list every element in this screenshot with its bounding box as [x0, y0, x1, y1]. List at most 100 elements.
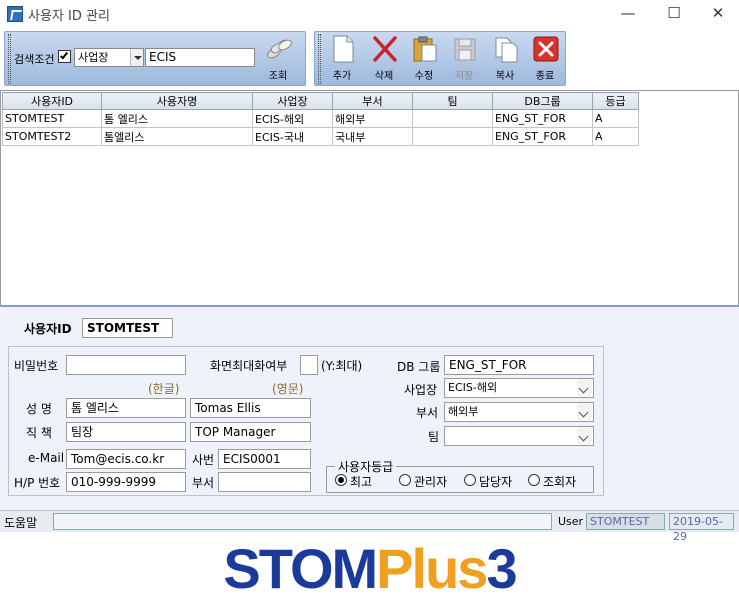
grade-label-admin: 관리자 — [414, 475, 448, 489]
query-label: 조회 — [268, 71, 288, 82]
search-field-select[interactable]: 사업장 — [74, 48, 144, 67]
name-label: 성 명 — [26, 402, 52, 416]
save-label: 저장 — [454, 71, 474, 82]
copy-button[interactable]: 복사 — [485, 33, 525, 85]
department-input-left[interactable] — [218, 472, 311, 492]
exit-button[interactable]: 종료 — [525, 33, 565, 85]
add-button[interactable]: 추가 — [322, 33, 362, 85]
position-english-input[interactable]: TOP Manager — [190, 422, 311, 442]
help-text — [53, 513, 552, 530]
department-select[interactable]: 해외부 — [444, 402, 594, 422]
grade-label-viewer: 조회자 — [543, 475, 577, 489]
employee-number-label: 사번 — [192, 453, 215, 467]
phone-input[interactable]: 010-999-9999 — [66, 472, 186, 492]
chevron-down-icon — [130, 49, 143, 66]
user-grid: 사용자ID 사용자명 사업장 부서 팀 DB그룹 등급 STOMTEST 톰 엘… — [0, 90, 739, 306]
maximize-input[interactable] — [300, 355, 318, 375]
column-header[interactable]: 사용자ID — [2, 92, 102, 110]
table-cell[interactable]: 국내부 — [332, 127, 413, 146]
stomplus3-logo: STOMPlus3 — [0, 536, 739, 601]
column-header[interactable]: 사업장 — [252, 92, 333, 110]
grade-label-top: 최고 — [350, 475, 373, 489]
clipboard-edit-icon — [413, 36, 437, 62]
table-cell[interactable] — [412, 109, 493, 128]
logo-part-stom: STOM — [223, 537, 378, 600]
table-cell[interactable]: 톰 엘리스 — [101, 109, 253, 128]
user-id-label: 사용자ID — [24, 322, 72, 336]
name-korean-input[interactable]: 톰 엘리스 — [66, 398, 186, 418]
logo-part-3: 3 — [486, 537, 517, 600]
save-button[interactable]: 저장 — [444, 33, 484, 85]
grip-handle — [318, 34, 321, 84]
copy-label: 복사 — [495, 71, 515, 82]
grade-label-manager: 담당자 — [479, 475, 513, 489]
search-condition-checkbox[interactable] — [58, 50, 71, 63]
table-cell[interactable]: ENG_ST_FOR — [492, 127, 593, 146]
site-label: 사업장 — [404, 383, 438, 397]
column-header[interactable]: 부서 — [332, 92, 413, 110]
table-cell[interactable]: ENG_ST_FOR — [492, 109, 593, 128]
team-label: 팀 — [428, 430, 440, 444]
team-select[interactable] — [444, 426, 594, 446]
site-select[interactable]: ECIS-해외 — [444, 378, 594, 398]
table-cell[interactable]: A — [592, 109, 639, 128]
site-select-value: ECIS-해외 — [448, 381, 498, 394]
search-value-input[interactable]: ECIS — [145, 48, 255, 67]
column-header[interactable]: DB그룹 — [492, 92, 593, 110]
password-input[interactable] — [66, 355, 186, 375]
db-group-label: DB 그룹 — [397, 360, 441, 374]
grade-radio-viewer[interactable] — [528, 474, 540, 486]
table-cell[interactable]: A — [592, 127, 639, 146]
table-cell[interactable]: STOMTEST — [2, 109, 102, 128]
user-status-value: STOMTEST — [586, 513, 665, 530]
table-cell[interactable]: ECIS-국내 — [252, 127, 333, 146]
help-label: 도움말 — [4, 516, 38, 530]
minimize-button[interactable]: — — [605, 0, 651, 28]
save-disk-icon — [454, 38, 476, 61]
position-korean-input[interactable]: 팀장 — [66, 422, 186, 442]
email-input[interactable]: Tom@ecis.co.kr — [66, 449, 186, 469]
table-cell[interactable]: STOMTEST2 — [2, 127, 102, 146]
chevron-down-icon — [577, 404, 592, 420]
logo-part-plus: Plus — [376, 537, 488, 600]
db-group-input[interactable]: ENG_ST_FOR — [444, 355, 594, 375]
table-row[interactable]: STOMTEST2 톰엘리스 ECIS-국내 국내부 ENG_ST_FOR A — [2, 127, 639, 146]
column-header[interactable]: 사용자명 — [101, 92, 253, 110]
new-document-icon — [333, 35, 354, 63]
name-english-input[interactable]: Tomas Ellis — [190, 398, 311, 418]
chevron-down-icon — [577, 380, 592, 396]
hangul-column-label: (한글) — [148, 382, 180, 396]
grade-radio-top[interactable] — [335, 474, 347, 486]
user-id-input[interactable]: STOMTEST — [82, 318, 173, 338]
table-cell[interactable]: ECIS-해외 — [252, 109, 333, 128]
chevron-down-icon — [577, 428, 592, 444]
maximize-button[interactable]: ☐ — [651, 0, 697, 28]
table-row[interactable]: STOMTEST 톰 엘리스 ECIS-해외 해외부 ENG_ST_FOR A — [2, 109, 639, 128]
search-field-value: 사업장 — [78, 51, 109, 64]
department-select-value: 해외부 — [448, 405, 479, 418]
table-cell[interactable] — [412, 127, 493, 146]
delete-x-icon — [373, 36, 397, 62]
delete-label: 삭제 — [374, 71, 394, 82]
exit-close-icon — [533, 36, 559, 62]
search-condition-label: 검색조건 — [14, 53, 55, 66]
window-title: 사용자 ID 관리 — [28, 9, 110, 24]
column-header[interactable]: 등급 — [592, 92, 639, 110]
employee-number-input[interactable]: ECIS0001 — [218, 449, 311, 469]
grade-radio-admin[interactable] — [399, 474, 411, 486]
delete-button[interactable]: 삭제 — [364, 33, 404, 85]
column-header[interactable]: 팀 — [412, 92, 493, 110]
maximize-label: 화면최대화여부 — [210, 359, 288, 373]
position-label: 직 책 — [26, 426, 52, 440]
edit-button[interactable]: 수정 — [404, 33, 444, 85]
check-icon — [59, 50, 69, 60]
grade-radio-manager[interactable] — [464, 474, 476, 486]
table-cell[interactable]: 해외부 — [332, 109, 413, 128]
grip-handle — [8, 34, 11, 84]
query-button[interactable]: 조회 — [258, 33, 298, 85]
user-status-label: User — [558, 515, 584, 528]
table-cell[interactable]: 톰엘리스 — [101, 127, 253, 146]
exit-label: 종료 — [535, 71, 555, 82]
copy-icon — [495, 37, 518, 63]
close-window-button[interactable]: ✕ — [695, 0, 739, 28]
